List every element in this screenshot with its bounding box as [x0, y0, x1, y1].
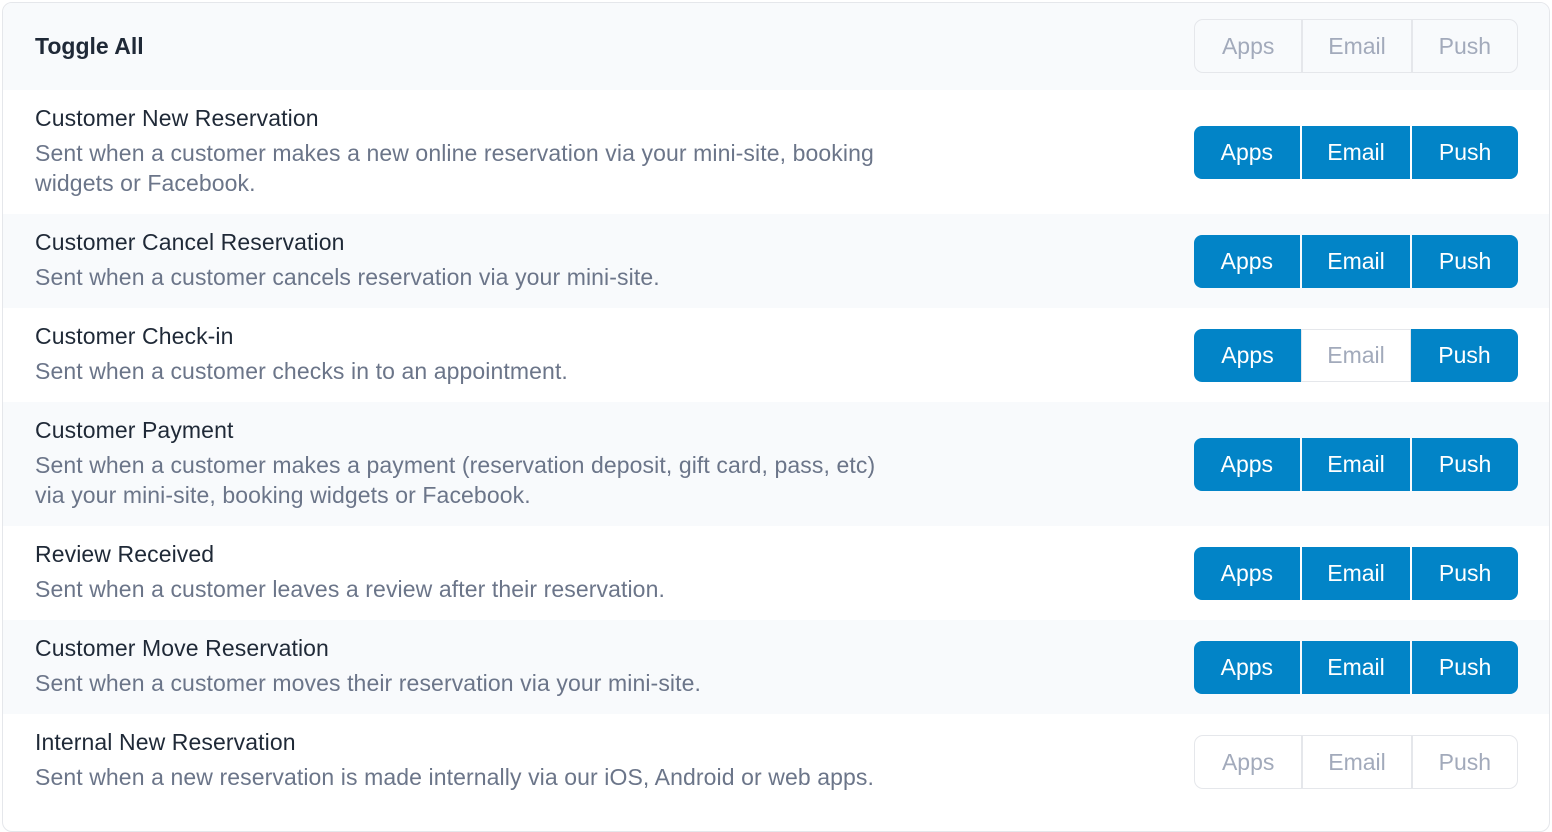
notification-row-customer-move-reservation: Customer Move Reservation Sent when a cu… — [3, 620, 1549, 714]
email-button[interactable]: Email — [1301, 126, 1411, 179]
push-button[interactable]: Push — [1412, 641, 1518, 694]
channel-button-group: Apps Email Push — [1194, 126, 1518, 179]
email-button[interactable]: Email — [1301, 547, 1411, 600]
description-line: widgets or Facebook. — [35, 170, 256, 196]
push-button[interactable]: Push — [1411, 329, 1518, 382]
notification-title: Customer Move Reservation — [35, 635, 329, 661]
notification-title: Internal New Reservation — [35, 729, 296, 755]
toggle-all-row: Toggle All Apps Email Push — [3, 3, 1549, 90]
channel-button-group: Apps Email Push — [1194, 641, 1518, 694]
notification-settings-panel: Toggle All Apps Email Push Customer New … — [2, 2, 1550, 832]
description-line: Sent when a new reservation is made inte… — [35, 764, 874, 790]
description-line: Sent when a customer checks in to an app… — [35, 358, 568, 384]
channel-button-group: Apps Email Push — [1194, 235, 1518, 288]
email-button[interactable]: Email — [1301, 235, 1411, 288]
notification-description: Sent when a new reservation is made inte… — [35, 762, 874, 792]
channel-button-group: Apps Email Push — [1194, 735, 1518, 789]
email-button[interactable]: Email — [1301, 438, 1411, 491]
apps-button[interactable]: Apps — [1194, 235, 1300, 288]
notification-row-customer-new-reservation: Customer New Reservation Sent when a cus… — [3, 90, 1549, 214]
notification-description: Sent when a customer cancels reservation… — [35, 262, 660, 292]
notification-row-customer-payment: Customer Payment Sent when a customer ma… — [3, 402, 1549, 526]
notification-row-internal-new-reservation: Internal New Reservation Sent when a new… — [3, 714, 1549, 808]
channel-button-group: Apps Email Push — [1194, 547, 1518, 600]
apps-button[interactable]: Apps — [1194, 438, 1300, 491]
apps-button[interactable]: Apps — [1194, 329, 1301, 382]
toggle-all-apps-button[interactable]: Apps — [1195, 20, 1301, 72]
notification-title: Customer Payment — [35, 417, 234, 443]
apps-button[interactable]: Apps — [1194, 126, 1300, 179]
notification-description: Sent when a customer moves their reserva… — [35, 668, 701, 698]
channel-button-group: Apps Email Push — [1194, 329, 1518, 382]
description-line: Sent when a customer moves their reserva… — [35, 670, 701, 696]
toggle-all-push-button[interactable]: Push — [1410, 20, 1517, 72]
channel-button-group: Apps Email Push — [1194, 438, 1518, 491]
push-button[interactable]: Push — [1412, 235, 1518, 288]
notification-row-customer-check-in: Customer Check-in Sent when a customer c… — [3, 308, 1549, 402]
push-button[interactable]: Push — [1412, 547, 1518, 600]
toggle-all-button-group: Apps Email Push — [1194, 19, 1518, 73]
notification-title: Customer Check-in — [35, 323, 234, 349]
notification-row-review-received: Review Received Sent when a customer lea… — [3, 526, 1549, 620]
description-line: Sent when a customer leaves a review aft… — [35, 576, 665, 602]
description-line: Sent when a customer makes a new online … — [35, 140, 874, 166]
email-button[interactable]: Email — [1301, 641, 1411, 694]
notification-description: Sent when a customer checks in to an app… — [35, 356, 568, 386]
toggle-all-label: Toggle All — [35, 33, 144, 59]
email-button[interactable]: Email — [1301, 329, 1411, 382]
notification-description: Sent when a customer leaves a review aft… — [35, 574, 665, 604]
apps-button[interactable]: Apps — [1194, 641, 1300, 694]
description-line: Sent when a customer makes a payment (re… — [35, 452, 876, 478]
push-button[interactable]: Push — [1412, 126, 1518, 179]
apps-button[interactable]: Apps — [1195, 736, 1301, 788]
notification-title: Review Received — [35, 541, 215, 567]
description-line: via your mini-site, booking widgets or F… — [35, 482, 531, 508]
apps-button[interactable]: Apps — [1194, 547, 1300, 600]
notification-row-customer-cancel-reservation: Customer Cancel Reservation Sent when a … — [3, 214, 1549, 308]
toggle-all-email-button[interactable]: Email — [1301, 20, 1410, 72]
description-line: Sent when a customer cancels reservation… — [35, 264, 660, 290]
email-button[interactable]: Email — [1301, 736, 1410, 788]
notification-title: Customer New Reservation — [35, 105, 319, 131]
notification-description: Sent when a customer makes a payment (re… — [35, 450, 875, 510]
push-button[interactable]: Push — [1410, 736, 1517, 788]
notification-title: Customer Cancel Reservation — [35, 229, 345, 255]
push-button[interactable]: Push — [1412, 438, 1518, 491]
notification-description: Sent when a customer makes a new online … — [35, 138, 874, 198]
